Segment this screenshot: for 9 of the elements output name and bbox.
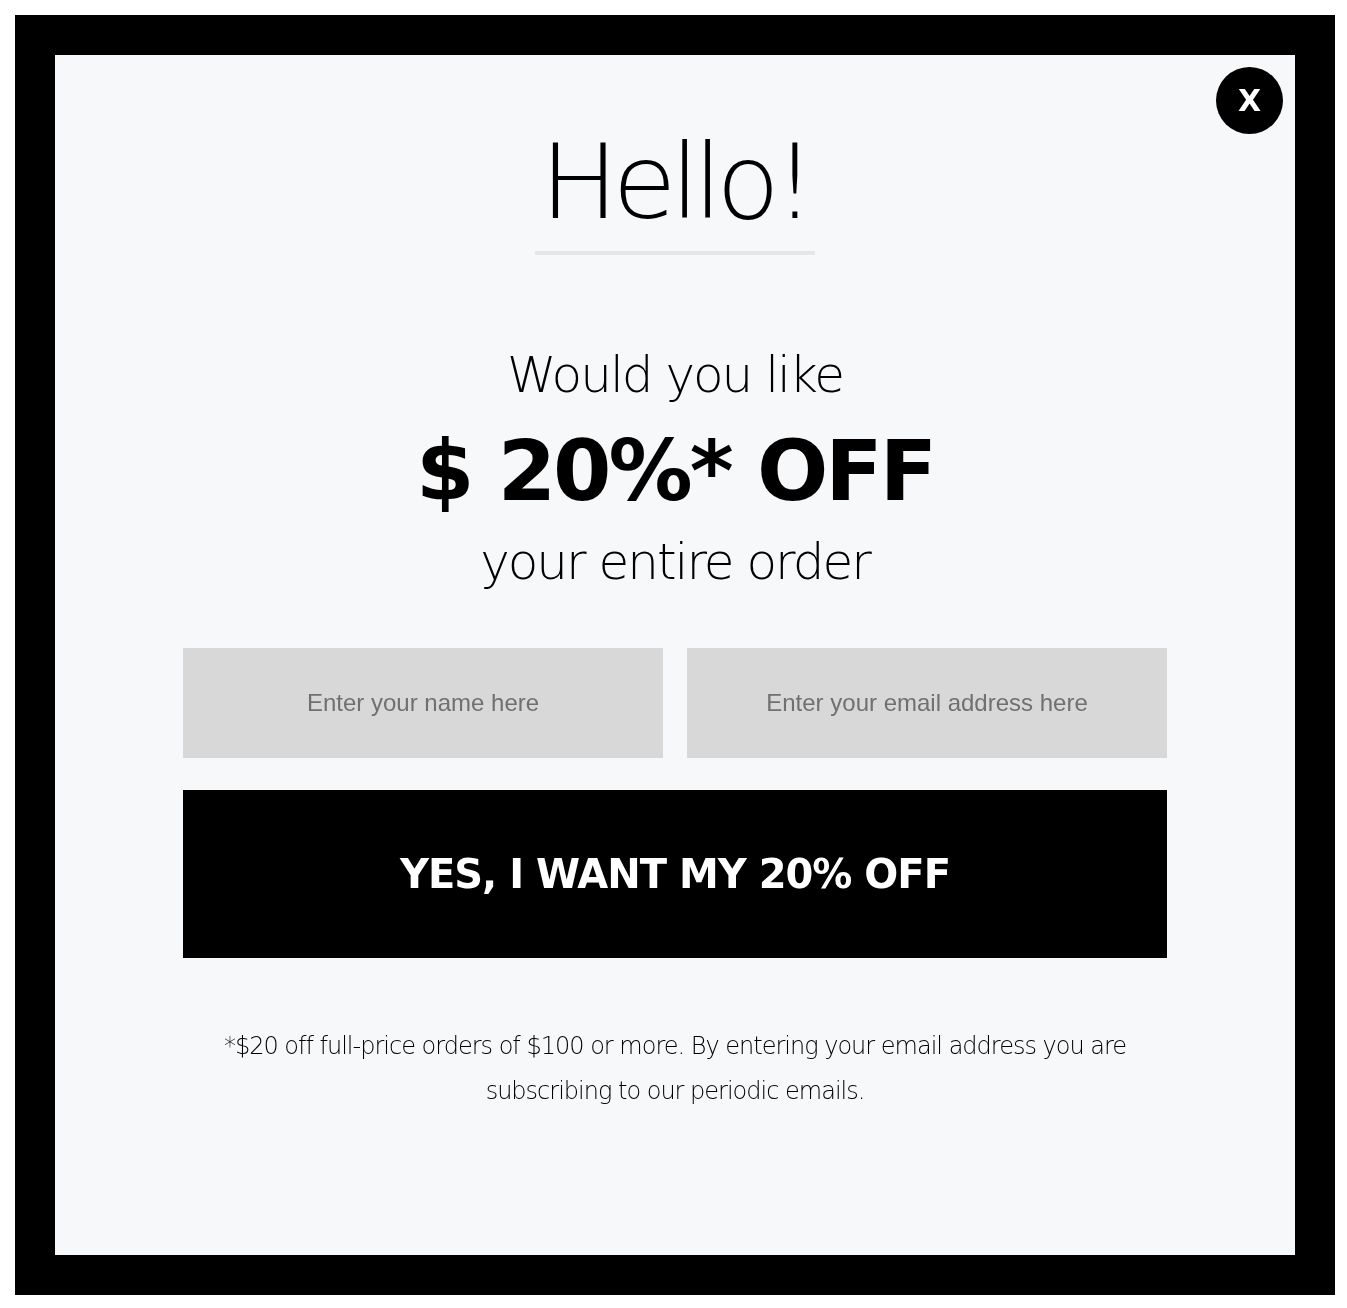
disclaimer-text: *$20 off full-price orders of $100 or more. By entering your email address you are subscribing to our periodic emails. bbox=[222, 1030, 1128, 1108]
offer-outro: your entire order bbox=[480, 531, 870, 592]
popup-title: Hello! bbox=[540, 125, 810, 240]
close-button[interactable]: X bbox=[1216, 67, 1283, 134]
offer-headline: $ 20%* OFF bbox=[415, 425, 935, 518]
name-field[interactable]: Enter your name here bbox=[183, 647, 663, 758]
offer-intro: Would you like bbox=[507, 345, 843, 406]
submit-button[interactable]: YES, I WANT MY 20% OFF bbox=[183, 789, 1167, 958]
email-field[interactable]: Enter your email address here bbox=[687, 647, 1167, 758]
